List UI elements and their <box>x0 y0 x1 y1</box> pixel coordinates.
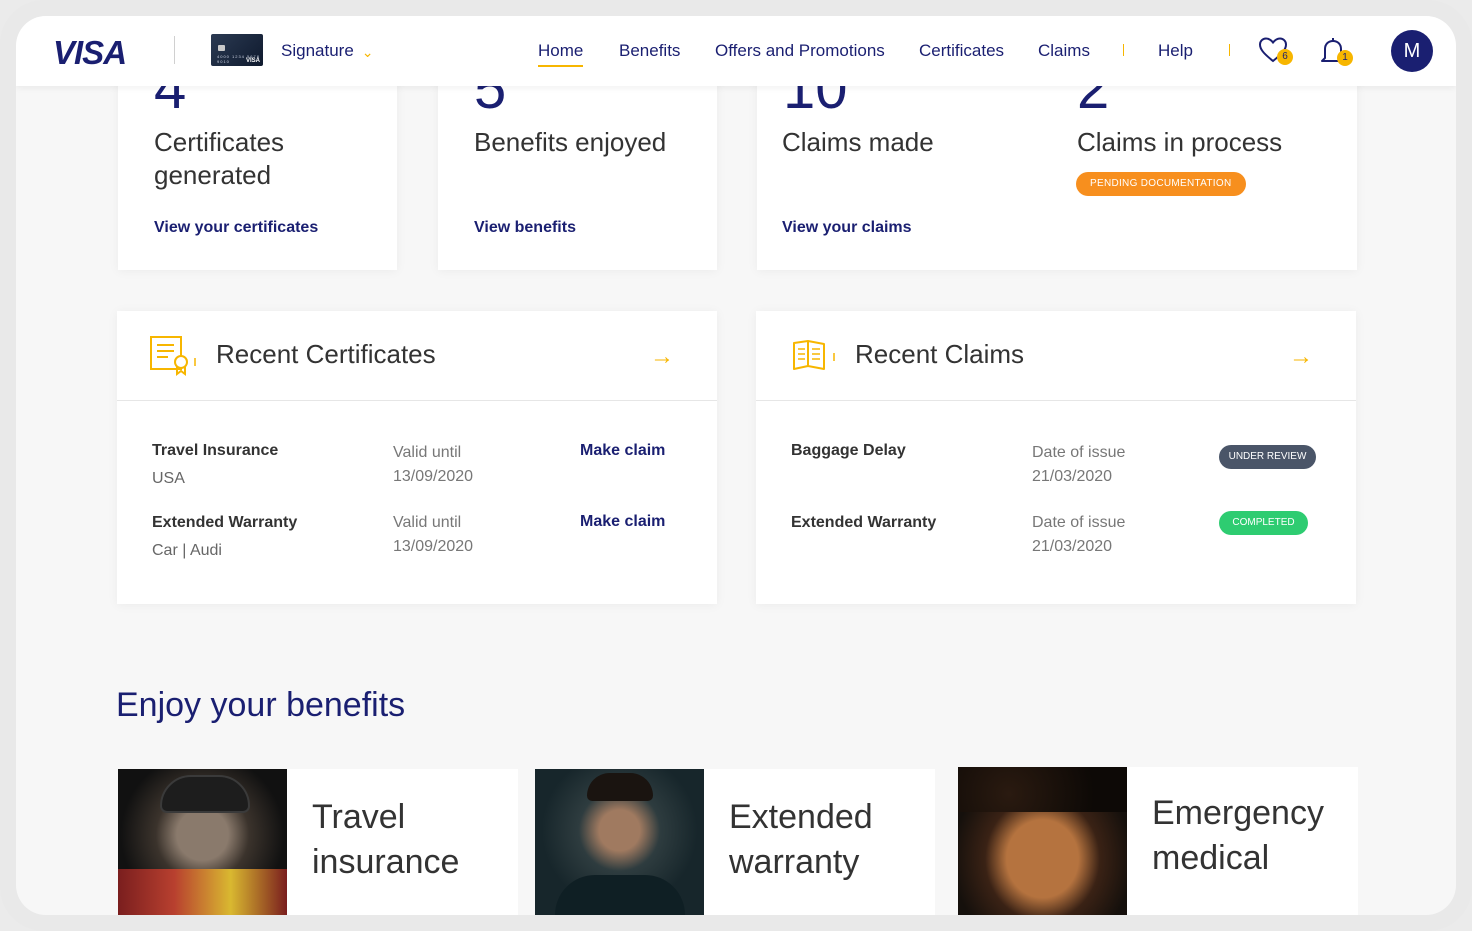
card-selector[interactable]: Signature ⌄ <box>281 41 374 61</box>
nav-divider <box>1229 44 1230 56</box>
pending-documentation-badge: PENDING DOCUMENTATION <box>1076 172 1246 196</box>
benefit-card-warranty[interactable]: Extended warranty <box>535 769 935 915</box>
stat-label-in-process: Claims in process <box>1077 127 1283 157</box>
stat-card-benefits: 5 Benefits enjoyed View benefits <box>438 60 717 270</box>
recent-certificates-header[interactable]: Recent Certificates → <box>117 311 717 401</box>
recent-claims-title: Recent Claims <box>855 339 1025 369</box>
benefit-photo-woman <box>958 767 1127 915</box>
user-avatar[interactable]: M <box>1391 30 1433 72</box>
card-name: Signature <box>281 41 354 60</box>
device-frame: VISA 4000 1234 5678 9010 VISA Signature … <box>0 0 1472 931</box>
stat-label: Claims made <box>782 127 934 157</box>
claim-title: Extended Warranty <box>791 514 937 531</box>
stat-card-claims: 10 Claims made View your claims 2 Claims… <box>757 60 1357 270</box>
shirt-shape <box>555 875 685 915</box>
chevron-down-icon: ⌄ <box>361 43 374 60</box>
claims-book-icon <box>793 340 835 370</box>
benefit-card-travel[interactable]: Travel insurance <box>118 769 518 915</box>
certificate-subtitle: USA <box>152 470 185 487</box>
make-claim-link[interactable]: Make claim <box>580 442 665 460</box>
valid-until-date: 13/09/2020 <box>393 538 474 555</box>
benefit-photo-man <box>535 769 704 915</box>
valid-until-label: Valid until <box>393 444 462 461</box>
nav-claims[interactable]: Claims <box>1038 41 1090 71</box>
benefits-section-title: Enjoy your benefits <box>116 686 406 724</box>
stat-label: Benefits enjoyed <box>474 127 667 157</box>
benefit-title: Emergency medical <box>1152 794 1324 877</box>
nav-home[interactable]: Home <box>538 41 584 67</box>
certificate-title: Extended Warranty <box>152 514 298 531</box>
favorites-badge: 6 <box>1277 49 1293 65</box>
recent-claims-panel: Recent Claims → Baggage Delay Date of is… <box>756 311 1356 604</box>
notifications-badge: 1 <box>1337 50 1353 66</box>
hair-shape <box>958 767 1127 812</box>
card-chip <box>218 45 225 51</box>
certificate-title: Travel Insurance <box>152 442 279 459</box>
helmet-shape <box>160 775 250 813</box>
date-of-issue-value: 21/03/2020 <box>1032 538 1113 555</box>
stat-label: Certificates <box>154 127 285 157</box>
claim-title: Baggage Delay <box>791 442 906 459</box>
date-of-issue-value: 21/03/2020 <box>1032 468 1113 485</box>
nav-offers[interactable]: Offers and Promotions <box>715 41 885 71</box>
benefit-card-medical[interactable]: Emergency medical <box>958 767 1358 915</box>
stat-label-line2: generated <box>154 160 272 190</box>
visa-logo[interactable]: VISA <box>53 34 127 72</box>
notifications-button[interactable]: 1 <box>1319 36 1355 68</box>
certificate-subtitle: Car | Audi <box>152 542 222 559</box>
nav-help[interactable]: Help <box>1158 41 1193 71</box>
recent-certificates-title: Recent Certificates <box>216 339 436 369</box>
header-divider <box>174 36 175 64</box>
nav-benefits[interactable]: Benefits <box>619 41 680 71</box>
benefit-title: Travel insurance <box>312 798 460 881</box>
certificate-icon <box>150 336 196 376</box>
nav-divider <box>1123 44 1124 56</box>
top-header: VISA 4000 1234 5678 9010 VISA Signature … <box>16 16 1456 86</box>
status-badge-completed: COMPLETED <box>1219 511 1308 535</box>
arrow-right-icon[interactable]: → <box>650 343 674 371</box>
view-certificates-link[interactable]: View your certificates <box>154 219 318 237</box>
recent-claims-header[interactable]: Recent Claims → <box>756 311 1356 401</box>
app-screen: VISA 4000 1234 5678 9010 VISA Signature … <box>16 16 1456 915</box>
card-thumbnail[interactable]: 4000 1234 5678 9010 VISA <box>211 34 263 66</box>
stat-card-certificates: 4 Certificates generated View your certi… <box>118 60 397 270</box>
view-claims-link[interactable]: View your claims <box>782 219 912 237</box>
recent-certificates-panel: Recent Certificates → Travel Insurance U… <box>117 311 717 604</box>
jersey-shape <box>118 869 287 915</box>
make-claim-link[interactable]: Make claim <box>580 513 665 531</box>
hair-shape <box>587 773 653 801</box>
benefit-title: Extended warranty <box>729 798 873 881</box>
date-of-issue-label: Date of issue <box>1032 514 1126 531</box>
card-brand-mark: VISA <box>245 58 260 64</box>
benefit-photo-cyclist <box>118 769 287 915</box>
view-benefits-link[interactable]: View benefits <box>474 219 576 237</box>
arrow-right-icon[interactable]: → <box>1289 343 1313 371</box>
date-of-issue-label: Date of issue <box>1032 444 1126 461</box>
valid-until-date: 13/09/2020 <box>393 468 474 485</box>
favorites-button[interactable]: 6 <box>1258 36 1294 68</box>
valid-until-label: Valid until <box>393 514 462 531</box>
nav-certificates[interactable]: Certificates <box>919 41 1004 71</box>
status-badge-under-review: UNDER REVIEW <box>1219 445 1316 469</box>
